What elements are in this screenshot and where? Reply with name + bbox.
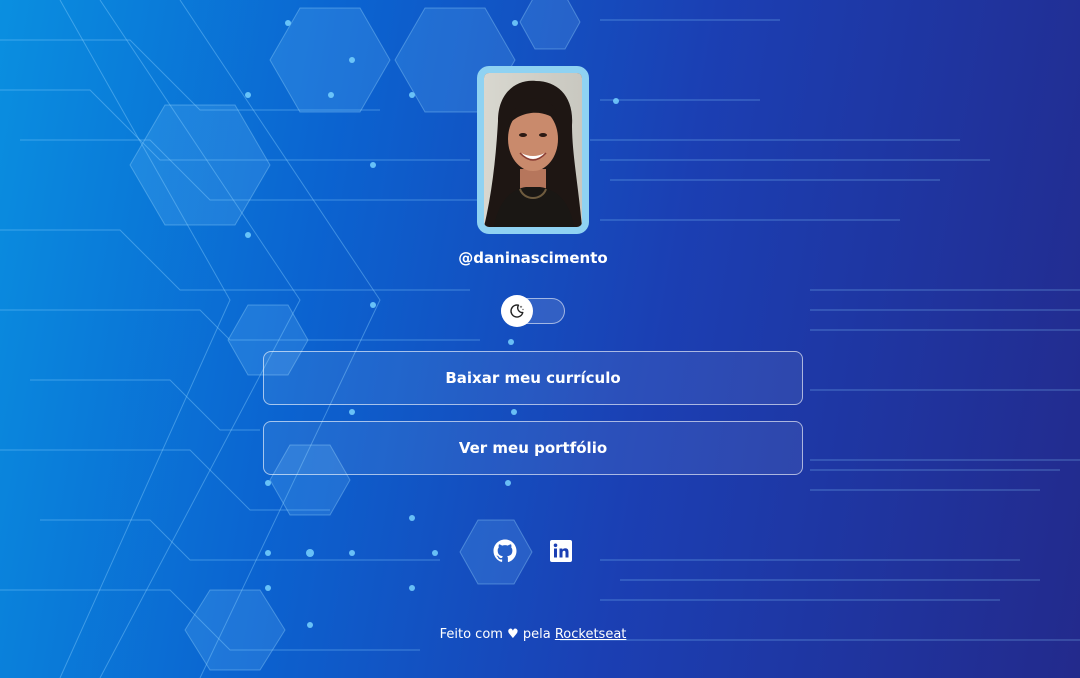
github-icon xyxy=(493,539,517,563)
toggle-knob[interactable] xyxy=(501,295,533,327)
view-portfolio-button[interactable]: Ver meu portfólio xyxy=(263,421,803,475)
footer-prefix: Feito com xyxy=(439,627,503,642)
profile-photo xyxy=(477,66,589,234)
download-resume-label: Baixar meu currículo xyxy=(445,369,621,387)
profile-photo-image xyxy=(484,73,582,227)
heart-icon: ♥ xyxy=(507,627,519,642)
linkedin-icon xyxy=(550,540,572,562)
profile-handle: @daninascimento xyxy=(458,249,608,267)
footer-middle: pela xyxy=(522,627,551,642)
theme-toggle[interactable] xyxy=(501,295,565,327)
rocketseat-link[interactable]: Rocketseat xyxy=(555,627,627,642)
github-link[interactable] xyxy=(493,539,517,563)
view-portfolio-label: Ver meu portfólio xyxy=(458,439,608,457)
download-resume-button[interactable]: Baixar meu currículo xyxy=(263,351,803,405)
footer: Feito com ♥ pela Rocketseat xyxy=(0,627,1066,642)
moon-icon xyxy=(510,304,524,318)
linkedin-link[interactable] xyxy=(549,539,573,563)
